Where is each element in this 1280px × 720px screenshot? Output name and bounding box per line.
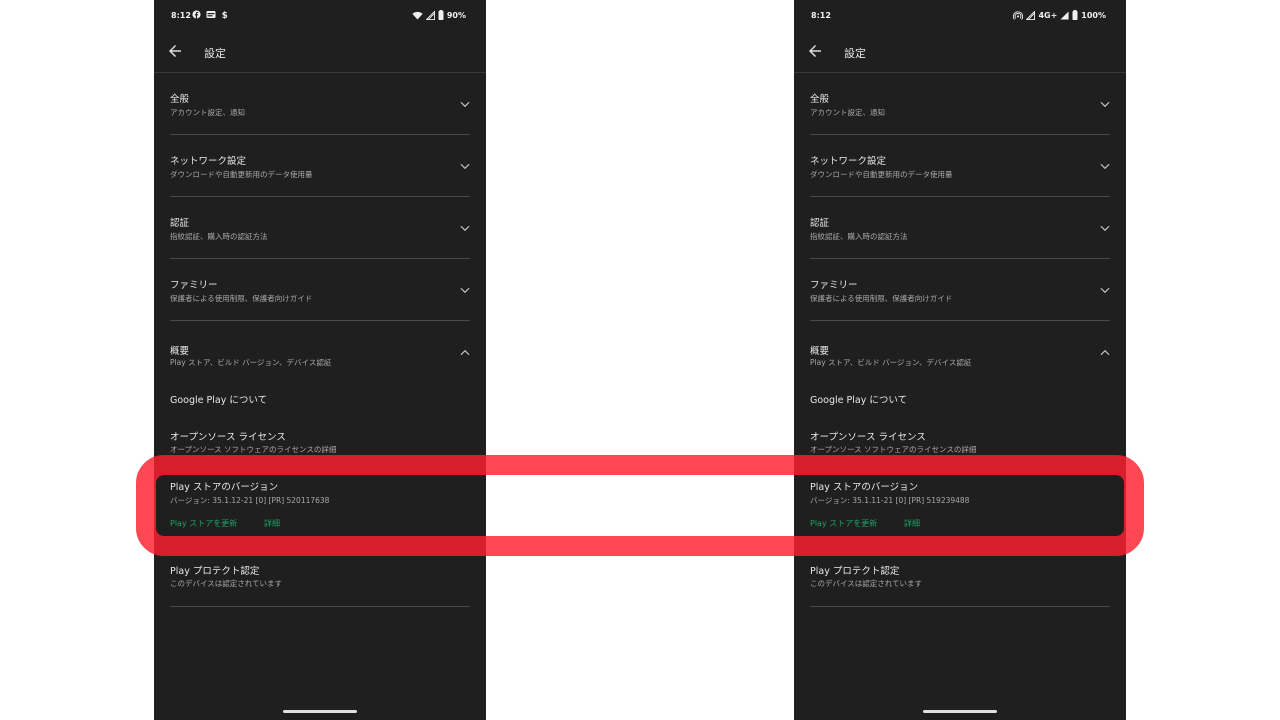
section-about-subtitle: Play ストア、ビルド バージョン、デバイス認証 (170, 358, 332, 367)
details-button[interactable]: 詳細 (904, 518, 920, 529)
section-general[interactable]: 全般 アカウント設定、通知 (154, 73, 486, 135)
page-title: 設定 (844, 47, 866, 60)
divider (170, 606, 470, 607)
facebook-icon (192, 10, 201, 19)
about-google-play-item[interactable]: Google Play について (170, 392, 267, 406)
app-bar: 設定 (794, 32, 1126, 72)
section-title: ファミリー (170, 280, 218, 291)
back-arrow-icon[interactable] (166, 42, 184, 60)
section-subtitle: 指紋認証、購入時の認証方法 (810, 232, 908, 241)
oss-license-item[interactable]: オープンソース ライセンス (810, 429, 926, 443)
section-subtitle: アカウント設定、通知 (170, 108, 245, 117)
section-subtitle: 保護者による使用制限、保護者向けガイド (170, 294, 313, 303)
chevron-down-icon (460, 101, 470, 108)
app-bar: 設定 (154, 32, 486, 72)
section-family[interactable]: ファミリー 保護者による使用制限、保護者向けガイド (154, 259, 486, 321)
section-title: ファミリー (810, 280, 858, 291)
section-title: 認証 (170, 218, 190, 229)
home-indicator[interactable] (923, 710, 997, 713)
section-title: 全般 (810, 94, 830, 105)
chevron-down-icon (1100, 101, 1110, 108)
status-bar: 8:12 $ 90% (154, 0, 486, 32)
section-subtitle: 指紋認証、購入時の認証方法 (170, 232, 268, 241)
notification-icon (206, 11, 216, 18)
play-protect-item[interactable]: Play プロテクト認定 (170, 563, 259, 577)
section-network[interactable]: ネットワーク設定 ダウンロードや自動更新用のデータ使用量 (794, 135, 1126, 197)
section-title: ネットワーク設定 (810, 156, 887, 167)
section-subtitle: アカウント設定、通知 (810, 108, 885, 117)
play-store-version-title: Play ストアのバージョン (810, 482, 919, 493)
svg-text:$: $ (222, 11, 228, 19)
chevron-up-icon[interactable] (458, 346, 472, 360)
dollar-icon: $ (222, 11, 228, 19)
section-title: 全般 (170, 94, 190, 105)
hotspot-icon (1013, 10, 1024, 20)
section-authentication[interactable]: 認証 指紋認証、購入時の認証方法 (154, 197, 486, 259)
signal-icon (1026, 10, 1036, 20)
section-family[interactable]: ファミリー 保護者による使用制限、保護者向けガイド (794, 259, 1126, 321)
divider (810, 320, 1110, 321)
chevron-down-icon (1100, 163, 1110, 170)
section-subtitle: ダウンロードや自動更新用のデータ使用量 (170, 170, 313, 179)
section-general[interactable]: 全般 アカウント設定、通知 (794, 73, 1126, 135)
wifi-icon (412, 11, 423, 20)
section-subtitle: 保護者による使用制限、保護者向けガイド (810, 294, 953, 303)
page-title: 設定 (204, 47, 226, 60)
status-time: 8:12 (171, 11, 191, 20)
settings-sections: 全般 アカウント設定、通知 ネットワーク設定 ダウンロードや自動更新用のデータ使… (794, 73, 1126, 321)
play-store-version-value: バージョン: 35.1.11-21 [0] [PR] 519239488 (810, 496, 970, 505)
play-store-version-title: Play ストアのバージョン (170, 482, 279, 493)
chevron-down-icon (460, 163, 470, 170)
chevron-down-icon (460, 287, 470, 294)
update-play-store-button[interactable]: Play ストアを更新 (170, 518, 237, 529)
section-title: 認証 (810, 218, 830, 229)
oss-license-subtitle: オープンソース ソフトウェアのライセンスの詳細 (810, 445, 977, 454)
play-protect-subtitle: このデバイスは認定されています (810, 579, 923, 588)
about-google-play-item[interactable]: Google Play について (810, 392, 907, 406)
divider (170, 320, 470, 321)
divider (810, 606, 1110, 607)
battery-level: 90% (446, 10, 466, 20)
play-protect-subtitle: このデバイスは認定されています (170, 579, 283, 588)
settings-sections: 全般 アカウント設定、通知 ネットワーク設定 ダウンロードや自動更新用のデータ使… (154, 73, 486, 321)
section-subtitle: ダウンロードや自動更新用のデータ使用量 (810, 170, 953, 179)
section-network[interactable]: ネットワーク設定 ダウンロードや自動更新用のデータ使用量 (154, 135, 486, 197)
chevron-down-icon (1100, 287, 1110, 294)
section-authentication[interactable]: 認証 指紋認証、購入時の認証方法 (794, 197, 1126, 259)
section-title: ネットワーク設定 (170, 156, 247, 167)
back-arrow-icon[interactable] (806, 42, 824, 60)
play-protect-item[interactable]: Play プロテクト認定 (810, 563, 899, 577)
section-about-subtitle: Play ストア、ビルド バージョン、デバイス認証 (810, 358, 972, 367)
play-store-version-value: バージョン: 35.1.12-21 [0] [PR] 520117638 (170, 496, 330, 505)
oss-license-subtitle: オープンソース ソフトウェアのライセンスの詳細 (170, 445, 337, 454)
section-about-title[interactable]: 概要 (170, 343, 189, 357)
phone-screen-right: 8:12 4G+ 100% 設定 全般 アカウント設定、通知 ネットワーク設定 … (794, 0, 1126, 720)
section-about-title[interactable]: 概要 (810, 343, 829, 357)
network-type: 4G+ (1038, 10, 1058, 20)
status-time: 8:12 (811, 11, 831, 20)
signal-icon (1060, 10, 1069, 20)
battery-icon (1072, 10, 1078, 20)
battery-level: 100% (1081, 10, 1106, 20)
oss-license-item[interactable]: オープンソース ライセンス (170, 429, 286, 443)
home-indicator[interactable] (283, 710, 357, 713)
chevron-up-icon[interactable] (1098, 346, 1112, 360)
details-button[interactable]: 詳細 (264, 518, 280, 529)
update-play-store-button[interactable]: Play ストアを更新 (810, 518, 877, 529)
battery-icon (438, 10, 444, 20)
signal-icon (425, 10, 435, 20)
phone-screen-left: 8:12 $ 90% 設定 全般 アカウント設定、通知 ネットワーク設定 ダウン… (154, 0, 486, 720)
status-bar: 8:12 4G+ 100% (794, 0, 1126, 32)
chevron-down-icon (460, 225, 470, 232)
chevron-down-icon (1100, 225, 1110, 232)
